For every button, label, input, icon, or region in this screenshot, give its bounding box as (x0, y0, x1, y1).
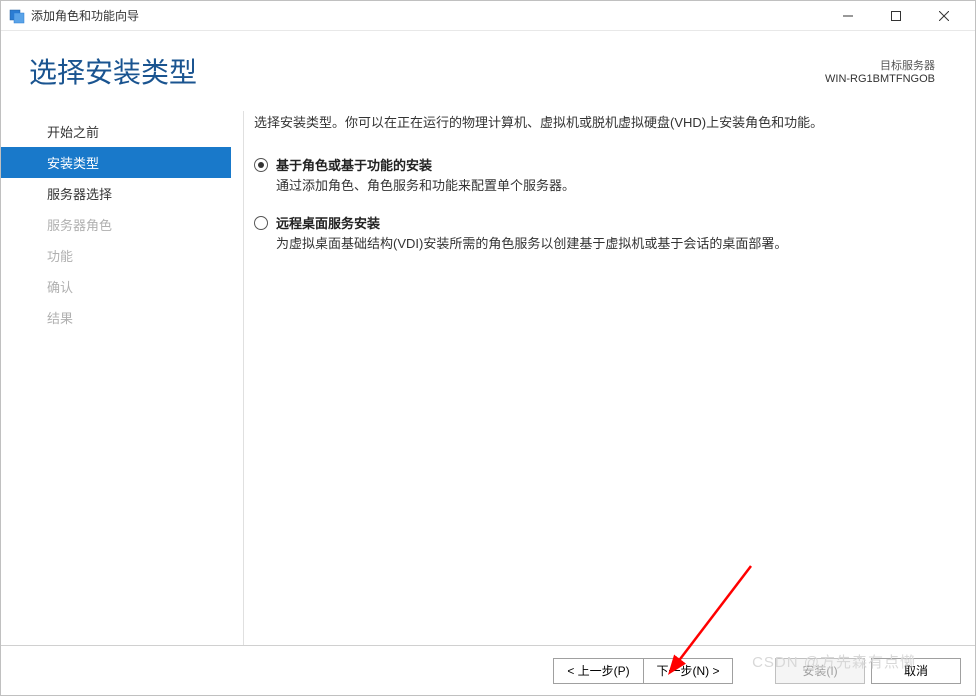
sidebar-item-server-select[interactable]: 服务器选择 (1, 178, 231, 209)
maximize-button[interactable] (873, 2, 919, 30)
sidebar-item-server-roles: 服务器角色 (1, 209, 231, 240)
maximize-icon (891, 11, 901, 21)
window-title: 添加角色和功能向导 (31, 7, 825, 24)
radio-option-role-based[interactable]: 基于角色或基于功能的安装 通过添加角色、角色服务和功能来配置单个服务器。 (254, 155, 935, 196)
content-area: 选择安装类型 目标服务器 WIN-RG1BMTFNGOB 开始之前 安装类型 服… (1, 31, 975, 695)
next-button[interactable]: 下一步(N) > (643, 658, 733, 684)
sidebar-item-install-type[interactable]: 安装类型 (1, 147, 231, 178)
server-info-name: WIN-RG1BMTFNGOB (825, 73, 935, 85)
footer-bar: < 上一步(P) 下一步(N) > 安装(I) 取消 (1, 645, 975, 695)
close-button[interactable] (921, 2, 967, 30)
radio-button-remote-desktop[interactable] (254, 216, 268, 230)
server-info-label: 目标服务器 (825, 57, 935, 73)
sidebar-item-results: 结果 (1, 302, 231, 333)
radio-content: 基于角色或基于功能的安装 通过添加角色、角色服务和功能来配置单个服务器。 (276, 155, 935, 196)
radio-title: 基于角色或基于功能的安装 (276, 155, 935, 174)
server-info: 目标服务器 WIN-RG1BMTFNGOB (825, 51, 935, 85)
radio-desc: 为虚拟桌面基础结构(VDI)安装所需的角色服务以创建基于虚拟机或基于会话的桌面部… (276, 234, 935, 254)
previous-button[interactable]: < 上一步(P) (553, 658, 643, 684)
intro-text: 选择安装类型。你可以在正在运行的物理计算机、虚拟机或脱机虚拟硬盘(VHD)上安装… (254, 113, 935, 133)
radio-button-role-based[interactable] (254, 158, 268, 172)
page-title: 选择安装类型 (29, 51, 197, 91)
titlebar-controls (825, 2, 967, 30)
minimize-button[interactable] (825, 2, 871, 30)
main-body: 开始之前 安装类型 服务器选择 服务器角色 功能 确认 结果 选择安装类型。你可… (1, 101, 975, 645)
titlebar: 添加角色和功能向导 (1, 1, 975, 31)
main-content: 选择安装类型。你可以在正在运行的物理计算机、虚拟机或脱机虚拟硬盘(VHD)上安装… (243, 111, 975, 645)
app-icon (9, 8, 25, 24)
cancel-button[interactable]: 取消 (871, 658, 961, 684)
sidebar-item-before-begin[interactable]: 开始之前 (1, 116, 231, 147)
radio-desc: 通过添加角色、角色服务和功能来配置单个服务器。 (276, 176, 935, 196)
minimize-icon (843, 11, 853, 21)
sidebar: 开始之前 安装类型 服务器选择 服务器角色 功能 确认 结果 (1, 111, 231, 645)
wizard-window: 添加角色和功能向导 选择安装类型 目标服务器 WIN-RG1BMTFNGOB (0, 0, 976, 696)
close-icon (939, 11, 949, 21)
radio-option-remote-desktop[interactable]: 远程桌面服务安装 为虚拟桌面基础结构(VDI)安装所需的角色服务以创建基于虚拟机… (254, 213, 935, 254)
install-button: 安装(I) (775, 658, 865, 684)
header-section: 选择安装类型 目标服务器 WIN-RG1BMTFNGOB (1, 31, 975, 101)
radio-content: 远程桌面服务安装 为虚拟桌面基础结构(VDI)安装所需的角色服务以创建基于虚拟机… (276, 213, 935, 254)
sidebar-item-confirm: 确认 (1, 271, 231, 302)
sidebar-item-features: 功能 (1, 240, 231, 271)
radio-title: 远程桌面服务安装 (276, 213, 935, 232)
nav-button-pair: < 上一步(P) 下一步(N) > (553, 658, 733, 684)
